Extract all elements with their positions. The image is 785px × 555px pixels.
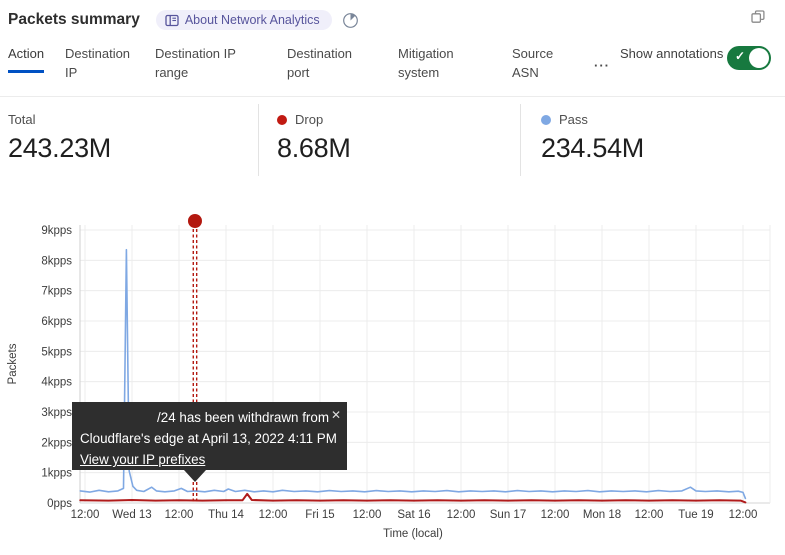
- svg-text:12:00: 12:00: [165, 509, 194, 521]
- view-ip-prefixes-link[interactable]: View your IP prefixes: [80, 449, 205, 470]
- svg-text:Sat 16: Sat 16: [397, 509, 430, 521]
- tooltip-caret: [184, 470, 206, 482]
- svg-text:3kpps: 3kpps: [41, 407, 72, 419]
- about-network-analytics-badge[interactable]: About Network Analytics: [156, 10, 332, 30]
- svg-text:12:00: 12:00: [447, 509, 476, 521]
- svg-text:12:00: 12:00: [71, 509, 100, 521]
- tab-action[interactable]: Action: [8, 45, 65, 73]
- stat-pass-label: Pass: [559, 112, 588, 127]
- y-axis-title: Packets: [7, 343, 19, 384]
- panel-header: Packets summary About Network Analytics: [0, 0, 785, 40]
- packets-summary-panel: 0pps 1kpps 2kpps 3kpps 4kpps 5kpps 6kpps 7kpps 8…: [0, 0, 785, 555]
- show-annotations-label: Show annotations: [620, 45, 727, 64]
- svg-text:1kpps: 1kpps: [41, 468, 72, 480]
- tab-source-asn[interactable]: Source ASN: [512, 45, 594, 83]
- svg-text:12:00: 12:00: [541, 509, 570, 521]
- svg-text:4kpps: 4kpps: [41, 377, 72, 389]
- svg-text:6kpps: 6kpps: [41, 316, 72, 328]
- svg-text:9kpps: 9kpps: [41, 225, 72, 237]
- close-icon[interactable]: ✕: [331, 405, 341, 426]
- svg-text:Tue 19: Tue 19: [678, 509, 713, 521]
- svg-text:5kpps: 5kpps: [41, 346, 72, 358]
- svg-text:Fri 15: Fri 15: [305, 509, 334, 521]
- svg-text:7kpps: 7kpps: [41, 286, 72, 298]
- svg-text:Mon 18: Mon 18: [583, 509, 621, 521]
- expand-icon[interactable]: [749, 8, 767, 31]
- pass-legend-dot: [541, 115, 551, 125]
- svg-text:Sun 17: Sun 17: [490, 509, 526, 521]
- svg-text:Thu 14: Thu 14: [208, 509, 244, 521]
- more-tabs-button[interactable]: ···: [594, 58, 620, 73]
- tab-destination-port[interactable]: Destination port: [287, 45, 398, 83]
- series-line-drop: [80, 494, 745, 503]
- check-icon: ✓: [735, 49, 745, 63]
- svg-text:12:00: 12:00: [259, 509, 288, 521]
- svg-text:2kpps: 2kpps: [41, 437, 72, 449]
- toggle-knob: [749, 48, 769, 68]
- stat-pass-value: 234.54M: [541, 133, 785, 164]
- tab-destination-ip-range[interactable]: Destination IP range: [155, 45, 287, 83]
- page-title: Packets summary: [8, 11, 140, 29]
- svg-text:12:00: 12:00: [729, 509, 758, 521]
- stat-total: Total 243.23M: [0, 104, 258, 176]
- annotation-marker[interactable]: [188, 214, 202, 228]
- badge-label: About Network Analytics: [185, 13, 320, 27]
- tab-mitigation-system[interactable]: Mitigation system: [398, 45, 512, 83]
- book-icon: [165, 14, 179, 27]
- tooltip-line1: /24 has been withdrawn from: [80, 407, 337, 428]
- dimension-tabs: Action Destination IP Destination IP ran…: [0, 45, 785, 97]
- drop-legend-dot: [277, 115, 287, 125]
- tooltip-line2: Cloudflare's edge at April 13, 2022 4:11…: [80, 428, 337, 449]
- svg-text:0pps: 0pps: [47, 498, 72, 510]
- time-pie-icon[interactable]: [342, 12, 359, 29]
- show-annotations-toggle[interactable]: ✓: [727, 46, 771, 70]
- svg-text:12:00: 12:00: [635, 509, 664, 521]
- svg-text:8kpps: 8kpps: [41, 255, 72, 267]
- stat-drop-value: 8.68M: [277, 133, 520, 164]
- summary-stats: Total 243.23M Drop 8.68M Pass 234.54M: [0, 98, 785, 182]
- x-axis-title: Time (local): [383, 528, 443, 540]
- svg-text:Wed 13: Wed 13: [112, 509, 151, 521]
- stat-total-value: 243.23M: [8, 133, 258, 164]
- tab-destination-ip[interactable]: Destination IP: [65, 45, 155, 83]
- annotation-tooltip: /24 has been withdrawn from Cloudflare's…: [72, 402, 347, 470]
- stat-pass: Pass 234.54M: [520, 104, 785, 176]
- stat-drop-label: Drop: [295, 112, 323, 127]
- svg-text:12:00: 12:00: [353, 509, 382, 521]
- stat-drop: Drop 8.68M: [258, 104, 520, 176]
- stat-total-label: Total: [8, 112, 258, 127]
